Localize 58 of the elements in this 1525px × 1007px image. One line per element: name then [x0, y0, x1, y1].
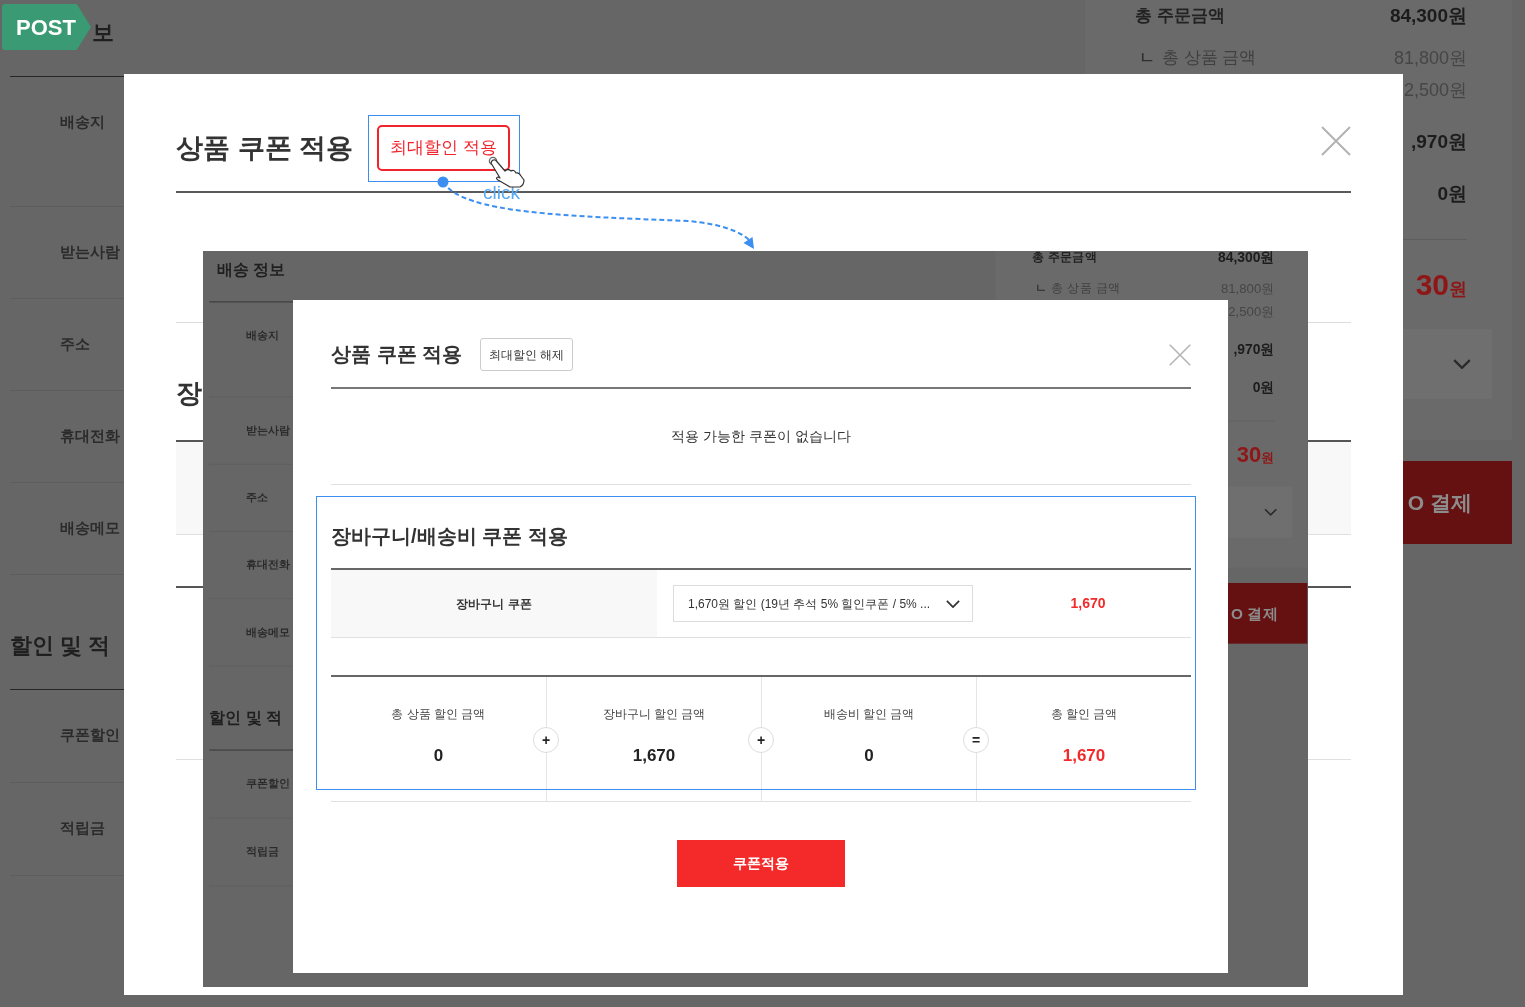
field-label: 휴대전화: [60, 426, 120, 446]
modal-title: 상품 쿠폰 적용: [331, 342, 463, 367]
section-heading: 할인 및 적: [209, 707, 283, 729]
apply-coupon-button[interactable]: 쿠폰적용: [677, 840, 845, 887]
operator-sign: +: [533, 727, 559, 753]
hand-cursor-icon: [486, 156, 526, 188]
field-label: 배송메모: [60, 518, 120, 538]
chevron-down-icon: [1264, 508, 1278, 516]
summary-value: 84,300원: [1389, 3, 1467, 28]
amount-label: 배송비 할인 금액: [823, 706, 915, 722]
total-amount: 30원: [1415, 267, 1467, 303]
summary-label: 총 주문금액: [1031, 251, 1098, 267]
amount-value: 0: [864, 745, 874, 767]
field-label: 배송지: [245, 327, 279, 343]
row-label: 장바구니 쿠폰: [456, 595, 532, 613]
max-discount-button[interactable]: 최대할인 해제: [480, 338, 574, 371]
field-label: 주소: [245, 490, 268, 505]
field-label: 받는사람: [60, 242, 120, 262]
field-label: 쿠폰할인: [245, 775, 290, 791]
amount-value: 1,670: [632, 745, 676, 767]
close-icon[interactable]: [1321, 126, 1351, 156]
field-label: 주소: [60, 334, 90, 354]
section-heading: 장바구니/배송비 쿠폰 적용: [331, 524, 568, 549]
discount-amount: 1,670: [1070, 594, 1106, 613]
amount-label: 총 상품 할인 금액: [391, 706, 486, 722]
chevron-down-icon: [1453, 359, 1471, 369]
field-label: 배송메모: [245, 624, 290, 640]
field-label: 휴대전화: [245, 557, 290, 573]
summary-value: 0원: [1437, 181, 1467, 206]
section-heading: 배송 정보: [216, 259, 286, 281]
field-label: 적립금: [245, 843, 279, 859]
close-icon[interactable]: [1169, 343, 1191, 366]
total-amount: 30원: [1236, 440, 1275, 469]
coupon-select[interactable]: 1,670원 할인 (19년 추석 5% 힐인쿠폰 / 5% ...: [673, 585, 973, 622]
operator-sign: +: [748, 727, 774, 753]
max-discount-button[interactable]: 최대할인 적용: [377, 125, 510, 171]
summary-value: 0원: [1252, 378, 1275, 397]
indent-mark: ㄴ: [1139, 48, 1155, 68]
field-label: 쿠폰할인: [60, 725, 120, 745]
section-heading: 할인 및 적: [10, 632, 111, 660]
summary-value: 84,300원: [1218, 251, 1275, 267]
section-heading: 보: [92, 19, 114, 47]
empty-notice: 적용 가능한 쿠폰이 없습니다: [671, 427, 851, 446]
amount-value: 0: [433, 745, 444, 767]
modal-title: 상품 쿠폰 적용: [176, 132, 353, 165]
operator-sign: =: [963, 727, 989, 753]
summary-label: 총 주문금액: [1135, 5, 1225, 28]
amount-value: 1,670: [1062, 745, 1106, 767]
method-tag: POST: [2, 4, 91, 50]
section-heading: 장: [176, 378, 202, 408]
field-label: 받는사람: [245, 422, 290, 438]
field-label: 배송지: [60, 112, 105, 132]
amount-label: 장바구니 할인 금액: [602, 706, 706, 722]
summary-value: ,970원: [1411, 129, 1467, 154]
field-label: 적립금: [60, 818, 105, 838]
amount-label: 총 할인 금액: [1050, 706, 1118, 722]
summary-value: ,970원: [1233, 340, 1275, 359]
chevron-down-icon: [946, 599, 960, 608]
